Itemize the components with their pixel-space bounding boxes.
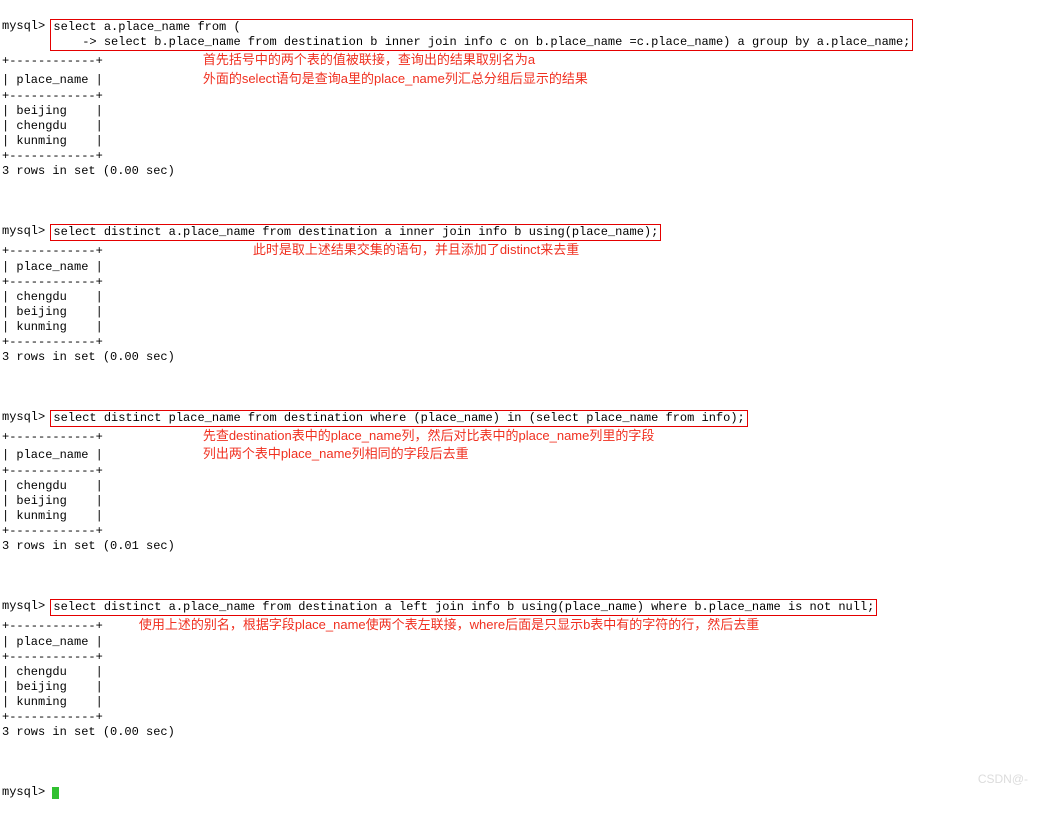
table-header: | place_name |	[2, 448, 103, 462]
table-sep: +------------+	[2, 335, 103, 349]
query-block-2: mysql> select distinct a.place_name from…	[2, 224, 1038, 365]
prompt: mysql>	[2, 224, 52, 238]
table-row: | chengdu |	[2, 665, 103, 679]
table-row: | kunming |	[2, 695, 103, 709]
cursor-icon	[52, 787, 59, 799]
table-header: | place_name |	[2, 260, 103, 274]
table-row: | kunming |	[2, 134, 103, 148]
table-header: | place_name |	[2, 73, 103, 87]
query-block-4: mysql> select distinct a.place_name from…	[2, 599, 1038, 740]
prompt: mysql>	[2, 599, 52, 613]
table-sep: +------------+	[2, 275, 103, 289]
sql-subquery-groupby: select a.place_name from ( -> select b.p…	[50, 19, 913, 51]
query-block-3: mysql> select distinct place_name from d…	[2, 410, 1038, 555]
sql-distinct-innerjoin: select distinct a.place_name from destin…	[50, 224, 661, 241]
prompt: mysql>	[2, 19, 52, 33]
table-sep: +------------+	[2, 89, 103, 103]
table-row: | chengdu |	[2, 479, 103, 493]
terminal-output: mysql> select a.place_name from ( -> sel…	[0, 0, 1040, 815]
result-footer: 3 rows in set (0.00 sec)	[2, 725, 175, 739]
table-row: | beijing |	[2, 104, 103, 118]
table-header: | place_name |	[2, 635, 103, 649]
table-sep: +------------+	[2, 149, 103, 163]
annotation: 先查destination表中的place_name列，然后对比表中的place…	[103, 427, 655, 446]
table-sep: +------------+	[2, 430, 103, 444]
table-row: | chengdu |	[2, 290, 103, 304]
annotation: 此时是取上述结果交集的语句，并且添加了distinct来去重	[103, 241, 579, 260]
sql-distinct-leftjoin-notnull: select distinct a.place_name from destin…	[50, 599, 877, 616]
table-sep: +------------+	[2, 650, 103, 664]
result-footer: 3 rows in set (0.00 sec)	[2, 164, 175, 178]
query-block-1: mysql> select a.place_name from ( -> sel…	[2, 19, 1038, 179]
annotation: 使用上述的别名，根据字段place_name使两个表左联接，where后面是只显…	[103, 616, 759, 635]
prompt: mysql>	[2, 410, 52, 424]
prompt: mysql>	[2, 785, 52, 799]
annotation: 首先括号中的两个表的值被联接，查询出的结果取别名为a	[103, 51, 535, 70]
table-sep: +------------+	[2, 710, 103, 724]
watermark: CSDN@-	[978, 772, 1028, 787]
table-sep: +------------+	[2, 524, 103, 538]
table-row: | kunming |	[2, 320, 103, 334]
table-row: | beijing |	[2, 494, 103, 508]
table-row: | beijing |	[2, 680, 103, 694]
annotation: 外面的select语句是查询a里的place_name列汇总分组后显示的结果	[103, 70, 588, 89]
table-sep: +------------+	[2, 54, 103, 68]
table-row: | kunming |	[2, 509, 103, 523]
annotation: 列出两个表中place_name列相同的字段后去重	[103, 445, 469, 464]
table-sep: +------------+	[2, 244, 103, 258]
table-sep: +------------+	[2, 464, 103, 478]
sql-distinct-in-subquery: select distinct place_name from destinat…	[50, 410, 747, 427]
table-row: | chengdu |	[2, 119, 103, 133]
result-footer: 3 rows in set (0.00 sec)	[2, 350, 175, 364]
table-sep: +------------+	[2, 619, 103, 633]
result-footer: 3 rows in set (0.01 sec)	[2, 539, 175, 553]
table-row: | beijing |	[2, 305, 103, 319]
